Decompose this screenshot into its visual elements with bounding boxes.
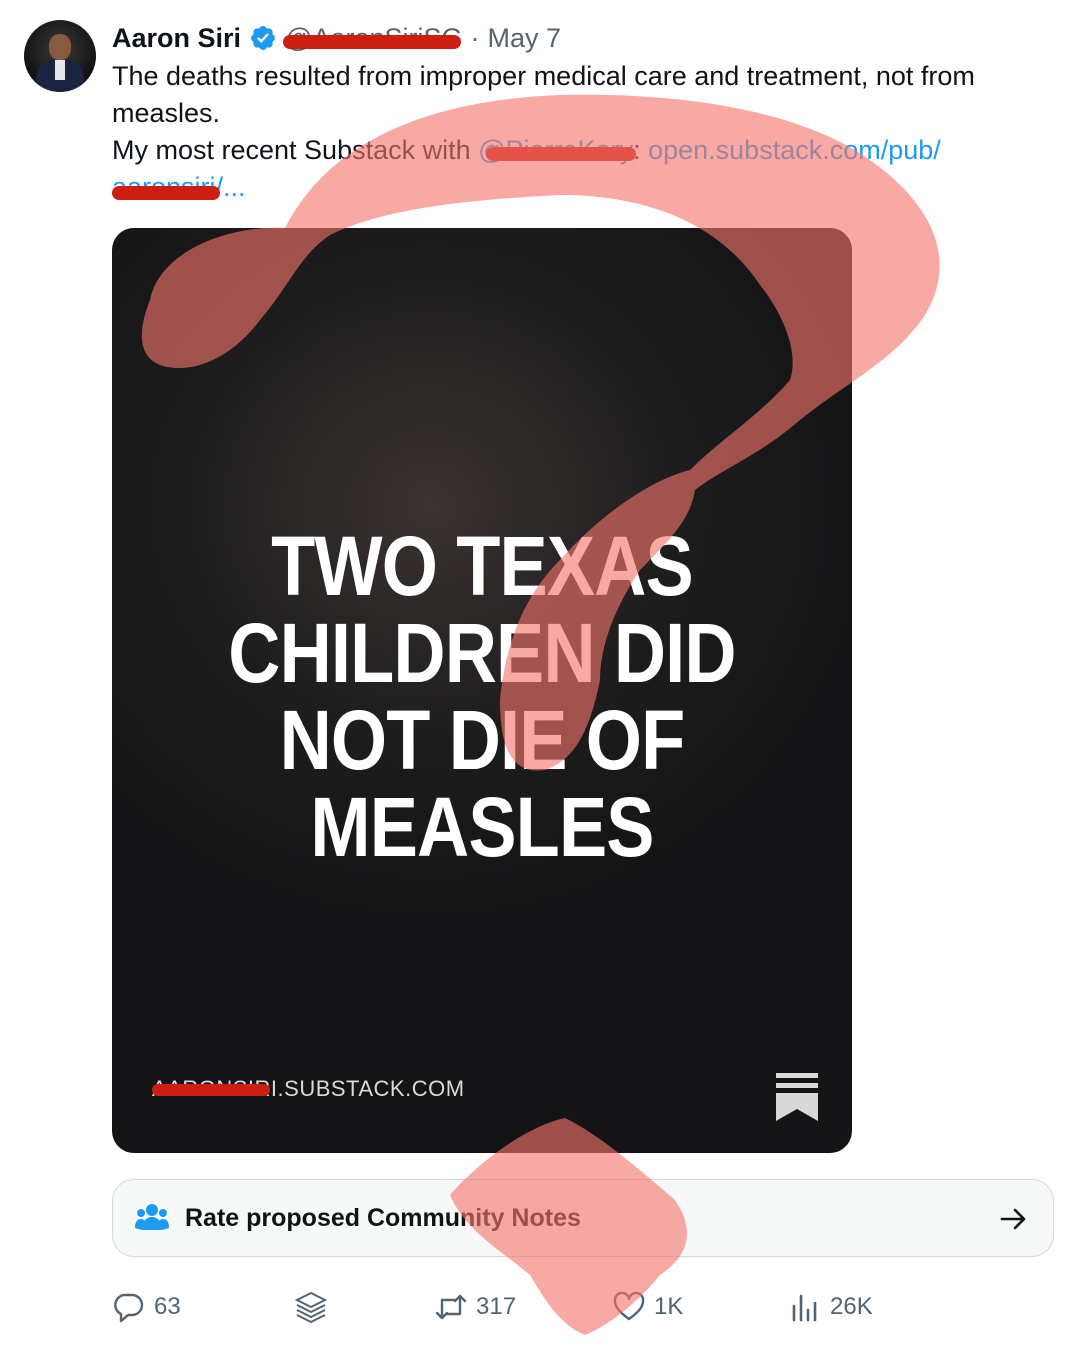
link-ellipsis[interactable]: /... — [216, 172, 246, 202]
headline-line: MEASLES — [310, 780, 654, 874]
people-icon — [135, 1204, 169, 1230]
tweet-text-prefix: My most recent Substack with — [112, 135, 479, 165]
domain-suffix: .SUBSTACK.COM — [277, 1076, 465, 1101]
author-handle-wrap[interactable]: @AaronSiriSG — [283, 23, 463, 54]
rate-community-notes-button[interactable]: Rate proposed Community Notes — [112, 1179, 1054, 1257]
tweet-text-colon: : — [633, 135, 649, 165]
tweet-date[interactable]: May 7 — [488, 23, 562, 54]
substack-link-continued[interactable]: aaronsiri/... — [112, 172, 246, 202]
grok-button[interactable] — [294, 1290, 328, 1324]
avatar-shirt — [55, 60, 65, 80]
arrow-right-icon[interactable] — [999, 1204, 1029, 1234]
domain-redaction-mark — [152, 1084, 270, 1096]
tweet-text-line: My most recent Substack with @PierreKory… — [112, 132, 1052, 169]
reply-count: 63 — [154, 1293, 181, 1320]
tweet-text-line: aaronsiri/... — [112, 169, 1052, 206]
link-redaction-mark — [112, 186, 220, 200]
tweet-text: The deaths resulted from improper medica… — [112, 58, 1052, 206]
tweet-header: Aaron Siri @AaronSiriSG · May 7 — [112, 18, 561, 58]
grok-icon — [294, 1291, 328, 1324]
card-domain: AARONSIRI.SUBSTACK.COM — [152, 1076, 465, 1102]
retweet-count: 317 — [476, 1293, 517, 1320]
analytics-icon — [792, 1294, 817, 1322]
tweet-action-bar: 63 317 1K 26K — [112, 1290, 1012, 1336]
tweet-text-line: The deaths resulted from improper medica… — [112, 61, 975, 91]
headline-line: NOT DIE OF — [279, 693, 686, 787]
handle-redaction-mark — [283, 34, 462, 49]
heart-icon — [613, 1291, 645, 1321]
reply-button[interactable]: 63 — [112, 1290, 181, 1324]
like-count: 1K — [654, 1293, 684, 1320]
mention-link[interactable]: @PierreKory — [478, 135, 637, 165]
substack-logo-icon — [776, 1073, 818, 1121]
substack-media-card[interactable]: TWO TEXAS CHILDREN DID NOT DIE OF MEASLE… — [112, 228, 852, 1153]
card-headline: TWO TEXAS CHILDREN DID NOT DIE OF MEASLE… — [164, 523, 800, 871]
retweet-button[interactable]: 317 — [434, 1290, 516, 1324]
like-button[interactable]: 1K — [612, 1290, 683, 1324]
avatar-head — [49, 34, 71, 60]
author-name[interactable]: Aaron Siri — [112, 23, 241, 54]
reply-icon — [114, 1293, 144, 1323]
headline-line: CHILDREN DID — [228, 606, 736, 700]
views-button[interactable]: 26K — [788, 1290, 873, 1324]
mention-redaction-mark — [486, 147, 637, 161]
community-notes-label[interactable]: Rate proposed Community Notes — [185, 1204, 581, 1233]
verified-badge-icon — [251, 26, 275, 50]
tweet-text-line: measles. — [112, 98, 221, 128]
retweet-icon — [435, 1294, 467, 1320]
header-separator: · — [470, 22, 480, 53]
views-count: 26K — [830, 1293, 873, 1320]
substack-link[interactable]: open.substack.com/pub/ — [648, 135, 941, 165]
headline-line: TWO TEXAS — [271, 519, 694, 613]
author-avatar[interactable] — [24, 20, 96, 92]
